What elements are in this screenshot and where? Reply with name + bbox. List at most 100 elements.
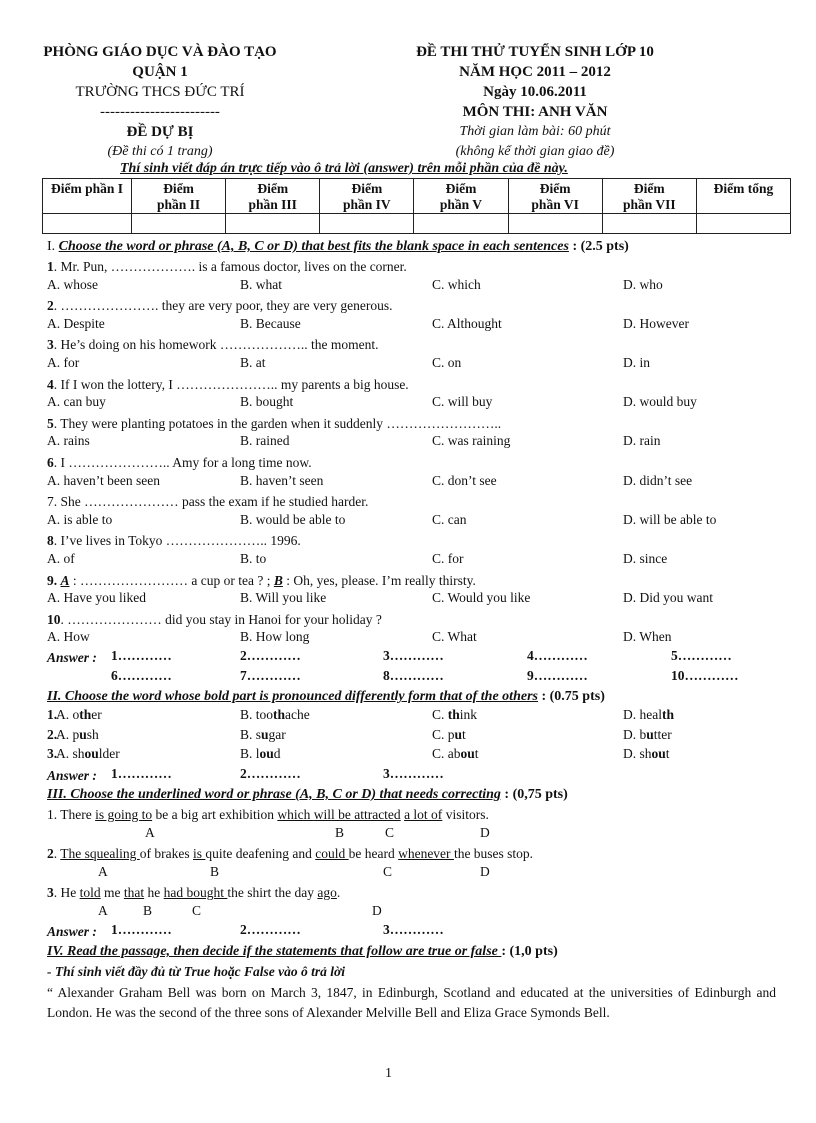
option-a[interactable]: A. rains [47, 433, 90, 449]
underlined-part[interactable]: is [193, 846, 205, 861]
option-d[interactable]: D. in [623, 355, 650, 371]
exam-duration: Thời gian làm bài: 60 phút [459, 124, 611, 139]
option-c[interactable]: C. for [432, 551, 464, 567]
section-4-subtitle: - Thí sinh viết đầy đủ từ True hoặc Fals… [47, 964, 345, 979]
underlined-part[interactable]: is going to [95, 807, 152, 822]
section-2-points: : (0.75 pts) [537, 689, 605, 704]
option-d[interactable]: D. shout [623, 746, 670, 762]
underlined-part[interactable]: told [80, 885, 101, 900]
answer-slot[interactable]: 3………… [383, 922, 444, 938]
option-c[interactable]: C. Althought [432, 316, 502, 332]
option-a[interactable]: A. whose [47, 277, 98, 293]
underlined-part[interactable]: will be attracted [314, 807, 401, 822]
option-a[interactable]: A. Have you liked [47, 590, 146, 606]
score-entry-cell[interactable] [130, 213, 227, 234]
answer-slot[interactable]: 4………… [527, 648, 588, 664]
answer-label: Answer : [47, 924, 97, 939]
answer-slot[interactable]: 8………… [383, 668, 444, 684]
answer-slot[interactable]: 1………… [111, 648, 172, 664]
option-a[interactable]: A. is able to [47, 512, 112, 528]
answer-slot[interactable]: 6………… [111, 668, 172, 684]
answer-slot[interactable]: 10………… [671, 668, 739, 684]
underlined-part[interactable]: ago [317, 885, 337, 900]
option-b[interactable]: B. Because [240, 316, 301, 332]
option-b[interactable]: B. loud [240, 746, 281, 762]
option-d[interactable]: D. who [623, 277, 663, 293]
option-d[interactable]: D. However [623, 316, 689, 332]
underlined-part[interactable]: whenever [398, 846, 454, 861]
option-c[interactable]: C. What [432, 629, 477, 645]
option-d[interactable]: D. would buy [623, 394, 697, 410]
option-b[interactable]: B. sugar [240, 727, 286, 743]
score-entry-cell[interactable] [695, 213, 792, 234]
option-d[interactable]: D. since [623, 551, 667, 567]
option-c[interactable]: C. will buy [432, 394, 492, 410]
option-a[interactable]: A. How [47, 629, 90, 645]
underlined-part[interactable]: that [124, 885, 144, 900]
option-d[interactable]: D. When [623, 629, 672, 645]
answer-slot[interactable]: 2………… [240, 766, 301, 782]
option-a[interactable]: A. Despite [47, 316, 105, 332]
score-entry-cell[interactable] [42, 213, 132, 234]
option-d[interactable]: D. health [623, 707, 674, 723]
option-b[interactable]: B. haven’t seen [240, 473, 323, 489]
option-c[interactable]: C. think [432, 707, 477, 723]
option-a[interactable]: A. shoulder [56, 746, 120, 762]
option-d[interactable]: D. didn’t see [623, 473, 692, 489]
question-body: . They were planting potatoes in the gar… [53, 415, 502, 431]
option-c[interactable]: C. was raining [432, 433, 510, 449]
option-b[interactable]: B. Will you like [240, 590, 326, 606]
option-b[interactable]: B. bought [240, 394, 293, 410]
option-b[interactable]: B. would be able to [240, 512, 345, 528]
option-c[interactable]: C. put [432, 727, 466, 743]
option-c[interactable]: C. don’t see [432, 473, 497, 489]
option-c[interactable]: C. can [432, 512, 467, 528]
underlined-part[interactable]: which [277, 807, 313, 822]
underlined-part[interactable]: had bought [164, 885, 228, 900]
answer-slot[interactable]: 7………… [240, 668, 301, 684]
question-number: 9 [47, 572, 54, 588]
text: Điểm [633, 181, 665, 196]
text: A. p [56, 726, 80, 742]
option-a[interactable]: A. can buy [47, 394, 106, 410]
option-c[interactable]: C. about [432, 746, 479, 762]
score-entry-cell[interactable] [601, 213, 697, 234]
score-entry-cell[interactable] [225, 213, 321, 234]
answer-slot[interactable]: 2………… [240, 922, 301, 938]
option-a[interactable]: A. other [56, 707, 102, 723]
answer-slot[interactable]: 2………… [240, 648, 301, 664]
option-a[interactable]: A. haven’t been seen [47, 473, 160, 489]
option-b[interactable]: B. rained [240, 433, 290, 449]
option-c[interactable]: C. which [432, 277, 481, 293]
answer-slot[interactable]: 3………… [383, 766, 444, 782]
option-c[interactable]: C. on [432, 355, 461, 371]
score-entry-cell[interactable] [507, 213, 603, 234]
option-c[interactable]: C. Would you like [432, 590, 530, 606]
choice-letter-c: C [385, 824, 395, 840]
answer-slot[interactable]: 9………… [527, 668, 588, 684]
option-b[interactable]: B. How long [240, 629, 309, 645]
underlined-part[interactable]: The squealing [60, 846, 139, 861]
option-b[interactable]: B. what [240, 277, 282, 293]
option-d[interactable]: D. Did you want [623, 590, 713, 606]
option-d[interactable]: D. will be able to [623, 512, 716, 528]
score-header-cell: Điểm phần IV [319, 178, 415, 214]
answer-slot[interactable]: 1………… [111, 766, 172, 782]
answer-slot[interactable]: 1………… [111, 922, 172, 938]
answer-slot[interactable]: 3………… [383, 648, 444, 664]
underlined-part[interactable]: could [315, 846, 348, 861]
option-b[interactable]: B. to [240, 551, 266, 567]
score-entry-cell[interactable] [319, 213, 415, 234]
text: ink [459, 707, 478, 722]
question-text: 1. Mr. Pun, ………………. is a famous doctor, … [47, 257, 407, 276]
score-entry-cell[interactable] [413, 213, 509, 234]
option-b[interactable]: B. at [240, 355, 266, 371]
option-d[interactable]: D. butter [623, 727, 672, 743]
option-b[interactable]: B. toothache [240, 707, 310, 723]
option-a[interactable]: A. push [56, 727, 99, 743]
answer-slot[interactable]: 5………… [671, 648, 732, 664]
option-a[interactable]: A. for [47, 355, 79, 371]
option-d[interactable]: D. rain [623, 433, 661, 449]
underlined-part[interactable]: a lot of [404, 807, 442, 822]
option-a[interactable]: A. of [47, 551, 75, 567]
